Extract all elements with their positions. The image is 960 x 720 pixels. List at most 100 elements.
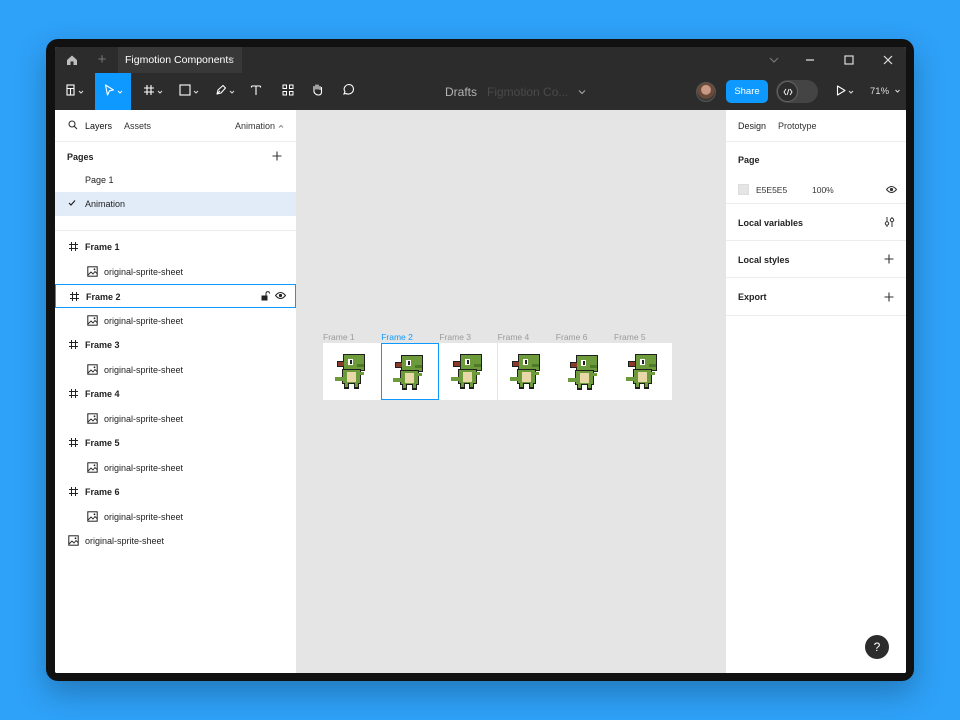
layer-frame[interactable]: Frame 2 [55,284,296,308]
layer-label: original-sprite-sheet [104,266,184,277]
page-item-animation[interactable]: Animation [55,192,296,216]
file-tab[interactable]: Figmotion Components × [118,47,242,73]
frame-icon [68,486,79,497]
maximize-icon[interactable] [838,47,860,73]
canvas-frame[interactable] [323,343,381,400]
home-icon[interactable] [59,47,85,73]
help-button[interactable]: ? [865,635,889,659]
present-button[interactable] [833,73,857,110]
breadcrumb-file-name[interactable]: Figmotion Co... [487,85,568,99]
image-icon [87,510,98,522]
text-tool-button[interactable] [246,73,266,110]
layer-image[interactable]: original-sprite-sheet [55,309,296,333]
chevron-down-icon[interactable] [766,47,782,73]
layer-label: original-sprite-sheet [104,511,184,522]
eye-icon[interactable] [885,185,898,196]
image-icon [87,461,98,473]
frame-icon [68,388,79,399]
layer-label: Frame 2 [86,292,121,302]
layer-image[interactable]: original-sprite-sheet [55,456,296,480]
search-icon[interactable] [68,120,78,132]
main-menu-button[interactable] [61,73,89,110]
frame-label[interactable]: Frame 3 [439,332,471,342]
page-color-hex[interactable]: E5E5E5 [756,185,787,195]
local-styles-section[interactable]: Local styles [726,241,906,278]
breadcrumb-drafts[interactable]: Drafts [445,85,477,99]
frame-tool-button[interactable] [138,73,168,110]
design-panel-tabs: Design Prototype [726,110,906,142]
layer-row-actions [261,291,287,303]
add-style-button[interactable] [884,252,894,267]
file-tab-title: Figmotion Components [125,54,234,66]
chevron-down-icon [193,90,199,94]
frame-label[interactable]: Frame 1 [323,332,355,342]
add-export-button[interactable] [884,290,894,305]
frame-label[interactable]: Frame 4 [498,332,530,342]
new-tab-button[interactable]: + [92,47,112,73]
layer-label: Frame 6 [85,487,120,497]
hand-icon [311,83,324,101]
chevron-down-icon[interactable] [578,89,586,95]
comment-tool-button[interactable] [337,73,359,110]
layers-panel: Layers Assets Animation Pages Page 1 Ani… [55,110,297,673]
page-color-swatch[interactable] [738,184,749,195]
layer-label: Frame 4 [85,389,120,399]
layer-image[interactable]: original-sprite-sheet [55,505,296,529]
avatar[interactable] [696,82,716,102]
layer-image[interactable]: original-sprite-sheet [55,260,296,284]
page-selector[interactable]: Animation [235,121,284,131]
hand-tool-button[interactable] [306,73,328,110]
layer-frame[interactable]: Frame 4 [55,382,296,406]
layer-frame[interactable]: Frame 1 [55,235,296,259]
code-icon [777,81,798,102]
frame-label[interactable]: Frame 2 [381,332,413,342]
canvas-frame[interactable] [555,343,614,400]
frame-label[interactable]: Frame 6 [556,332,588,342]
layer-label: Frame 3 [85,340,120,350]
close-tab-icon[interactable]: × [228,47,235,73]
resources-tool-button[interactable] [277,73,299,110]
chevron-down-icon [229,90,235,94]
layer-label: Frame 5 [85,438,120,448]
tab-design[interactable]: Design [738,121,766,131]
tab-assets[interactable]: Assets [124,121,151,131]
local-variables-section[interactable]: Local variables [726,204,906,241]
layer-frame[interactable]: Frame 5 [55,431,296,455]
export-section[interactable]: Export [726,278,906,316]
layer-frame[interactable]: Frame 6 [55,480,296,504]
share-button[interactable]: Share [726,80,768,103]
canvas-frame[interactable] [381,343,440,400]
pen-tool-button[interactable] [210,73,240,110]
close-window-icon[interactable] [877,47,899,73]
frame-label[interactable]: Frame 5 [614,332,646,342]
page-color-opacity[interactable]: 100% [812,185,834,195]
shape-tool-button[interactable] [174,73,204,110]
page-item-page-1[interactable]: Page 1 [55,168,296,192]
tab-layers[interactable]: Layers [85,121,112,131]
minimize-icon[interactable] [799,47,821,73]
layer-frame[interactable]: Frame 3 [55,333,296,357]
canvas-frame[interactable] [439,343,498,400]
canvas-frame[interactable] [614,343,672,400]
comment-icon [342,83,355,101]
chevron-down-icon [78,90,84,94]
tab-prototype[interactable]: Prototype [778,121,817,131]
canvas-frame[interactable] [497,343,556,400]
layer-label: original-sprite-sheet [104,315,184,326]
image-icon [87,412,98,424]
dev-mode-toggle[interactable] [776,80,818,103]
eye-icon[interactable] [274,291,287,303]
unlock-icon[interactable] [261,291,270,303]
layer-label: original-sprite-sheet [104,413,184,424]
divider [55,230,296,231]
layer-image[interactable]: original-sprite-sheet [55,358,296,382]
main-toolbar: Drafts Figmotion Co... Share 71% [55,73,906,110]
zoom-menu[interactable]: 71% [870,73,901,110]
chevron-down-icon [157,90,163,94]
layer-image[interactable]: original-sprite-sheet [55,529,296,553]
variables-icon[interactable] [884,216,895,230]
move-tool-button[interactable] [95,73,131,110]
canvas[interactable]: Frame 1 Frame 2 Frame 3 Frame 4 Frame 6 Frame… [297,110,725,673]
add-page-button[interactable] [272,148,282,164]
layer-image[interactable]: original-sprite-sheet [55,407,296,431]
